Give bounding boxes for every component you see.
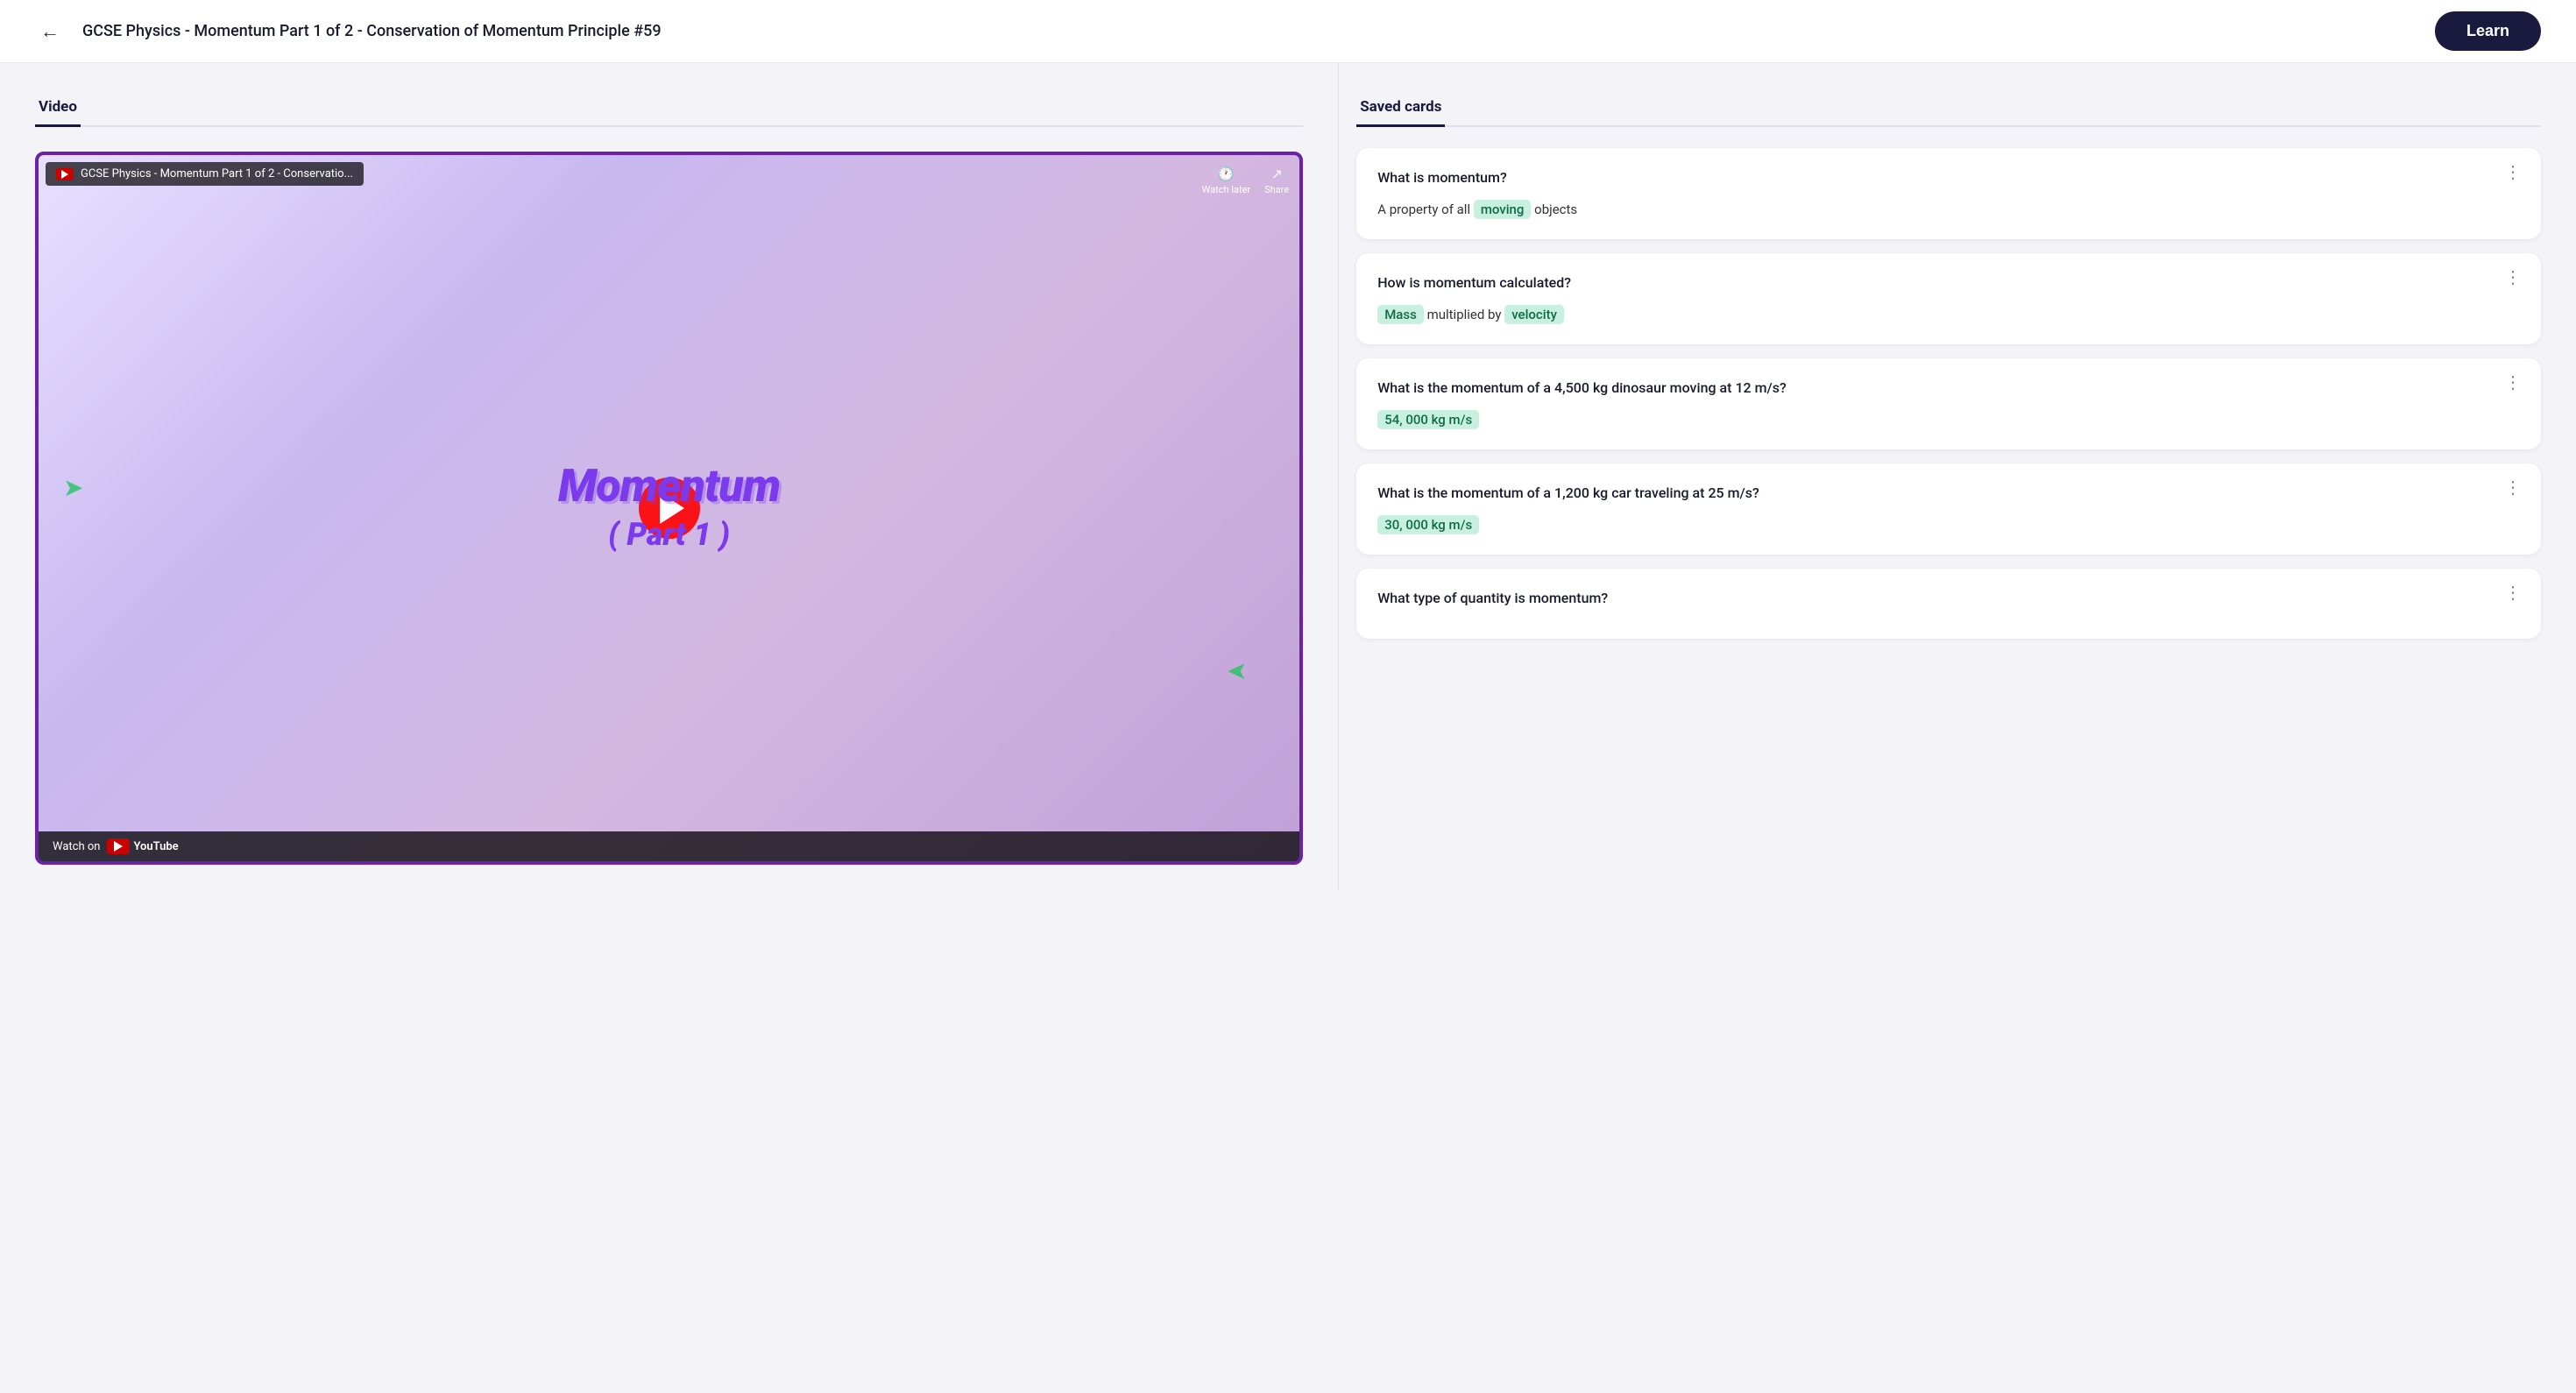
header-left: ← GCSE Physics - Momentum Part 1 of 2 - … — [35, 15, 662, 48]
share-label: Share — [1264, 184, 1289, 195]
flash-card-4: ⋮ What is the momentum of a 1,200 kg car… — [1356, 463, 2541, 555]
momentum-text: Momentum — [558, 463, 780, 509]
card-4-question: What is the momentum of a 1,200 kg car t… — [1377, 483, 2520, 504]
card-3-menu-button[interactable]: ⋮ — [2499, 372, 2527, 393]
back-button[interactable]: ← — [35, 15, 65, 48]
deco-arrow-left: ➤ — [1227, 656, 1247, 685]
tab-video[interactable]: Video — [35, 89, 81, 127]
card-3-highlight-answer: 54, 000 kg m/s — [1377, 410, 1479, 429]
card-1-highlight-moving: moving — [1474, 200, 1532, 219]
main-container: Video GCSE Physics - Momentum Part 1 of … — [0, 63, 2576, 891]
card-2-highlight-velocity: velocity — [1504, 305, 1564, 324]
card-2-answer: Mass multiplied by velocity — [1377, 304, 2520, 325]
flash-card-3: ⋮ What is the momentum of a 4,500 kg din… — [1356, 358, 2541, 449]
page-title: GCSE Physics - Momentum Part 1 of 2 - Co… — [82, 22, 662, 40]
card-5-question: What type of quantity is momentum? — [1377, 588, 2520, 609]
watch-on-bar: Watch on YouTube — [39, 831, 1299, 861]
part1-text: ( Part 1 ) — [608, 516, 730, 553]
youtube-logo-full: YouTube — [107, 838, 178, 854]
card-4-highlight-answer: 30, 000 kg m/s — [1377, 515, 1479, 534]
card-4-answer: 30, 000 kg m/s — [1377, 514, 2520, 535]
youtube-text: YouTube — [133, 840, 178, 853]
card-5-menu-button[interactable]: ⋮ — [2499, 583, 2527, 604]
right-panel: Saved cards ⋮ What is momentum? A proper… — [1338, 63, 2541, 891]
video-container[interactable]: GCSE Physics - Momentum Part 1 of 2 - Co… — [35, 152, 1303, 865]
card-4-menu-button[interactable]: ⋮ — [2499, 477, 2527, 499]
card-1-question: What is momentum? — [1377, 167, 2520, 188]
watch-on-text: Watch on — [53, 840, 100, 853]
share-icon: ↗ — [1270, 166, 1282, 182]
watch-later-group[interactable]: 🕐 Watch later — [1202, 166, 1251, 195]
watch-later-label: Watch later — [1202, 184, 1251, 195]
card-1-menu-button[interactable]: ⋮ — [2499, 162, 2527, 183]
left-panel: Video GCSE Physics - Momentum Part 1 of … — [35, 63, 1338, 891]
header: ← GCSE Physics - Momentum Part 1 of 2 - … — [0, 0, 2576, 63]
video-title-overlay: GCSE Physics - Momentum Part 1 of 2 - Co… — [46, 162, 364, 186]
video-controls-top: 🕐 Watch later ↗ Share — [1202, 166, 1290, 195]
youtube-red-icon — [107, 838, 130, 854]
card-2-question: How is momentum calculated? — [1377, 272, 2520, 293]
card-3-question: What is the momentum of a 4,500 kg dinos… — [1377, 378, 2520, 399]
video-background: GCSE Physics - Momentum Part 1 of 2 - Co… — [39, 155, 1299, 861]
flash-card-5: ⋮ What type of quantity is momentum? — [1356, 569, 2541, 639]
card-1-answer: A property of all moving objects — [1377, 199, 2520, 220]
flash-card-1: ⋮ What is momentum? A property of all mo… — [1356, 148, 2541, 239]
deco-arrow-right: ➤ — [63, 473, 83, 502]
clock-icon: 🕐 — [1217, 166, 1235, 182]
learn-button[interactable]: Learn — [2435, 11, 2541, 51]
youtube-logo-small — [56, 168, 74, 180]
back-icon: ← — [40, 20, 60, 43]
cards-list: ⋮ What is momentum? A property of all mo… — [1356, 148, 2541, 639]
card-2-menu-button[interactable]: ⋮ — [2499, 267, 2527, 288]
share-group[interactable]: ↗ Share — [1264, 166, 1289, 195]
card-2-highlight-mass: Mass — [1377, 305, 1424, 324]
tab-saved-cards[interactable]: Saved cards — [1356, 89, 1445, 127]
tab-bar-video: Video — [35, 89, 1303, 127]
saved-cards-tab-bar: Saved cards — [1356, 89, 2541, 127]
card-3-answer: 54, 000 kg m/s — [1377, 409, 2520, 430]
video-title-text: GCSE Physics - Momentum Part 1 of 2 - Co… — [81, 167, 353, 180]
flash-card-2: ⋮ How is momentum calculated? Mass multi… — [1356, 253, 2541, 344]
